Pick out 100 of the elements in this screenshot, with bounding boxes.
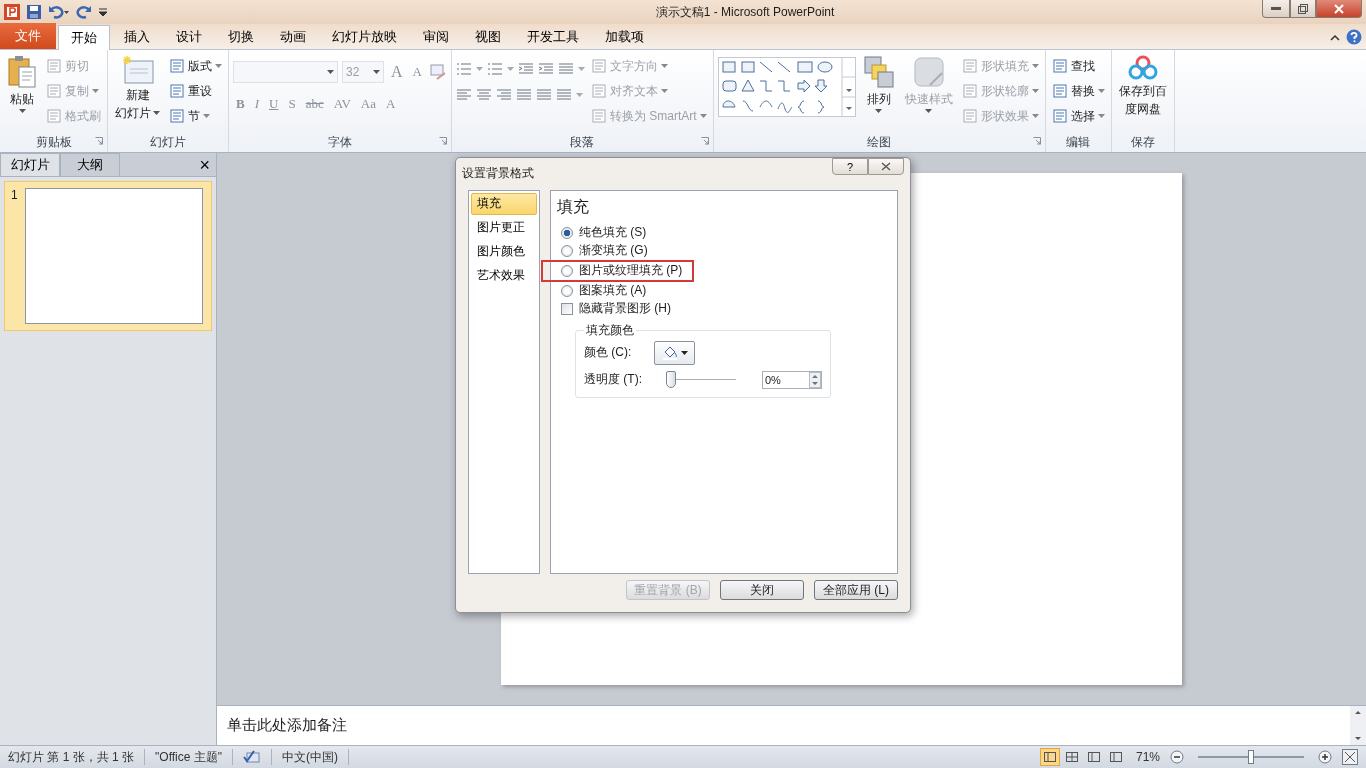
- ribbon-small-button[interactable]: 重设: [167, 80, 224, 102]
- radio-button[interactable]: [561, 244, 573, 257]
- shape-gallery-drawing[interactable]: [717, 57, 856, 117]
- category-item[interactable]: 填充: [471, 192, 537, 215]
- slide-thumbnail-row[interactable]: 1: [4, 181, 212, 331]
- option-label[interactable]: 图片或纹理填充 (P): [579, 262, 683, 280]
- minimize-button[interactable]: [1262, 0, 1290, 18]
- ribbon-tab[interactable]: 幻灯片放映: [320, 25, 409, 49]
- help-button[interactable]: ?: [832, 158, 868, 175]
- bullets-icon[interactable]: [455, 61, 472, 77]
- powerpoint-logo-icon[interactable]: [4, 4, 20, 20]
- ribbon-large-button[interactable]: 保存到百 度网盘: [1115, 53, 1170, 132]
- dialog-button[interactable]: 关闭: [720, 579, 804, 600]
- help-icon[interactable]: [1346, 29, 1362, 45]
- radio-button[interactable]: [561, 264, 573, 277]
- align-left-icon[interactable]: [455, 87, 472, 103]
- category-item[interactable]: 图片颜色: [471, 240, 537, 263]
- dialog-launcher-icon[interactable]: [700, 137, 709, 145]
- close-button[interactable]: [1316, 0, 1362, 18]
- ribbon-tab[interactable]: 开始: [58, 25, 110, 50]
- justify-icon[interactable]: [515, 87, 532, 103]
- numbering-icon[interactable]: [486, 61, 503, 77]
- color-picker-button[interactable]: [654, 340, 695, 365]
- align-center-icon[interactable]: [475, 87, 492, 103]
- align-right-icon[interactable]: [495, 87, 512, 103]
- ribbon-tab[interactable]: 动画: [268, 25, 318, 49]
- group-label: 字体: [327, 133, 352, 151]
- ribbon-small-button[interactable]: 节: [167, 105, 224, 127]
- caret-icon: [1031, 114, 1039, 118]
- window-title: 演示文稿1 - Microsoft PowerPoint: [655, 3, 835, 21]
- notes-placeholder: 单击此处添加备注: [227, 716, 347, 735]
- category-item[interactable]: 艺术效果: [471, 264, 537, 287]
- ribbon-small-button[interactable]: 替换: [1049, 80, 1107, 102]
- line-spacing-icon[interactable]: [557, 61, 574, 77]
- undo-icon[interactable]: [48, 4, 70, 20]
- radio-button[interactable]: [561, 284, 573, 297]
- ribbon-small-button[interactable]: 查找: [1049, 55, 1107, 77]
- ribbon-tab[interactable]: 设计: [164, 25, 214, 49]
- slider-thumb[interactable]: [1248, 750, 1254, 764]
- clear-format-icon[interactable]: [428, 63, 447, 81]
- panel-tab[interactable]: 幻灯片: [0, 153, 60, 176]
- dialog-launcher-icon[interactable]: [438, 137, 447, 145]
- collapse-ribbon-icon[interactable]: [1330, 33, 1340, 41]
- theme-name: "Office 主题": [155, 748, 222, 766]
- dialog-launcher-icon[interactable]: [1032, 137, 1041, 145]
- font-name-field[interactable]: [233, 61, 338, 83]
- zoom-in-icon[interactable]: [1318, 750, 1332, 764]
- option-label[interactable]: 纯色填充 (S): [579, 224, 647, 242]
- slider-thumb[interactable]: [666, 370, 676, 388]
- indent-icon[interactable]: [517, 61, 534, 77]
- checkbox[interactable]: [561, 302, 573, 315]
- slide-thumbnail[interactable]: [25, 188, 203, 324]
- dialog-launcher-icon[interactable]: [95, 137, 103, 145]
- close-button[interactable]: [868, 158, 904, 175]
- ribbon-tab[interactable]: 加载项: [593, 25, 656, 49]
- clipboard-icon: [7, 55, 37, 89]
- field-label: 颜色 (C):: [584, 344, 633, 362]
- spell-check-icon[interactable]: [243, 749, 261, 765]
- ribbon-large-button[interactable]: 新建 幻灯片: [112, 53, 163, 132]
- close-pane-button[interactable]: ×: [193, 156, 216, 176]
- save-icon[interactable]: [26, 4, 42, 20]
- ribbon-tab[interactable]: 审阅: [411, 25, 461, 49]
- option-label[interactable]: 图案填充 (A): [579, 282, 647, 300]
- indent-icon[interactable]: [537, 61, 554, 77]
- transparency-field[interactable]: 0%: [762, 370, 822, 389]
- group-label: 编辑: [1066, 133, 1091, 151]
- file-tab[interactable]: 文件: [0, 23, 56, 49]
- notes-pane[interactable]: 单击此处添加备注: [217, 705, 1366, 745]
- restore-icon: [1298, 3, 1308, 14]
- view-button[interactable]: [1039, 748, 1060, 766]
- group-label: 段落: [570, 133, 595, 151]
- panel-tab[interactable]: 大纲: [60, 153, 120, 176]
- ribbon-large-button[interactable]: 粘贴: [4, 53, 40, 132]
- ribbon-tab[interactable]: 开发工具: [515, 25, 591, 49]
- ribbon-small-button[interactable]: 版式: [167, 55, 224, 77]
- group-label: 剪贴板: [35, 133, 72, 151]
- spinner-arrows-icon[interactable]: [809, 371, 821, 388]
- ribbon-tab[interactable]: 插入: [112, 25, 162, 49]
- fit-to-window-icon[interactable]: [1342, 749, 1358, 765]
- caret-icon: [1097, 89, 1105, 93]
- group-label: 幻灯片: [150, 133, 186, 151]
- radio-button[interactable]: [561, 226, 573, 239]
- language-indicator[interactable]: 中文(中国): [282, 748, 338, 766]
- zoom-level[interactable]: 71%: [1135, 750, 1160, 764]
- redo-icon[interactable]: [76, 4, 92, 20]
- dialog-button[interactable]: 全部应用 (L): [814, 579, 898, 600]
- ribbon-small-button[interactable]: 选择: [1049, 105, 1107, 127]
- restore-button[interactable]: [1290, 0, 1316, 18]
- option-label[interactable]: 渐变填充 (G): [579, 242, 648, 260]
- columns-icon[interactable]: [555, 87, 572, 103]
- distribute-icon[interactable]: [535, 87, 552, 103]
- category-item[interactable]: 图片更正: [471, 216, 537, 239]
- ribbon-large-button[interactable]: 排列: [859, 53, 898, 132]
- ribbon-tab[interactable]: 切换: [216, 25, 266, 49]
- ribbon-tab[interactable]: 视图: [463, 25, 513, 49]
- scrollbar-icon[interactable]: [1350, 706, 1366, 745]
- caret-icon: [153, 111, 160, 115]
- caret-icon: [660, 89, 668, 93]
- zoom-out-icon[interactable]: [1170, 750, 1184, 764]
- option-label[interactable]: 隐藏背景图形 (H): [579, 300, 671, 318]
